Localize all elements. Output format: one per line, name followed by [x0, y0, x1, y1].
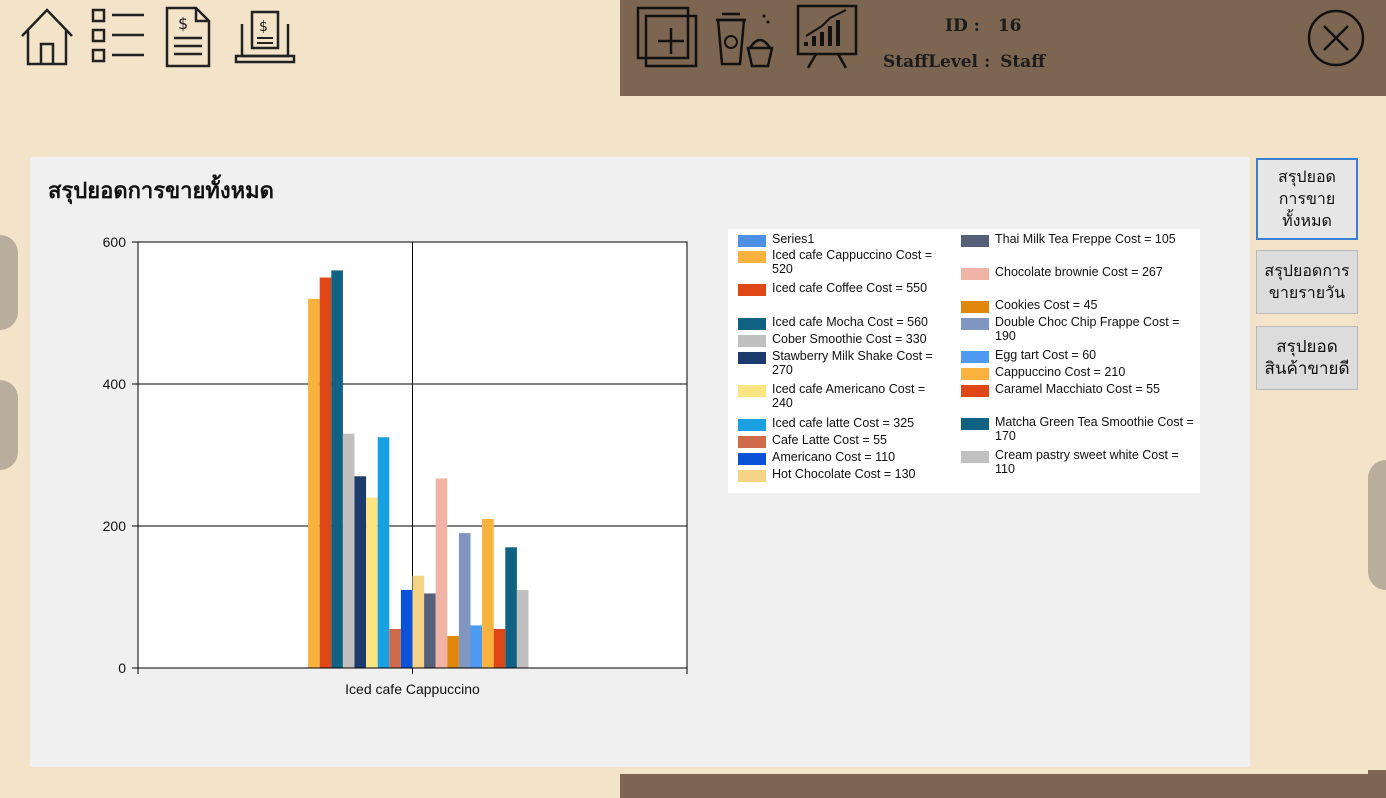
- bar: [435, 478, 448, 668]
- legend-swatch: [738, 453, 766, 465]
- legend-swatch: [961, 418, 989, 430]
- bar: [354, 476, 367, 668]
- legend-label: Series1: [772, 232, 815, 246]
- bar: [447, 636, 459, 668]
- y-tick-label: 200: [103, 518, 127, 534]
- legend-label: Iced cafe latte Cost = 325: [772, 416, 915, 430]
- bar: [308, 298, 320, 668]
- legend-label: Cober Smoothie Cost = 330: [772, 332, 927, 346]
- y-tick-label: 400: [103, 376, 127, 392]
- legend-swatch: [961, 301, 989, 313]
- legend-label: Hot Chocolate Cost = 130: [772, 467, 916, 481]
- legend-label: Americano Cost = 110: [772, 450, 896, 464]
- legend-label: Double Choc Chip Frappe Cost = 190: [995, 315, 1180, 343]
- legend-label: Iced cafe Coffee Cost = 550: [772, 281, 928, 295]
- legend-swatch: [738, 335, 766, 347]
- legend-swatch: [961, 318, 989, 330]
- bar: [424, 593, 436, 668]
- legend-label: Cafe Latte Cost = 55: [772, 433, 888, 447]
- legend-label: Chocolate brownie Cost = 267: [995, 265, 1163, 279]
- bar: [400, 589, 413, 668]
- legend-label: Cappuccino Cost = 210: [995, 365, 1126, 379]
- legend-label: Iced cafe Mocha Cost = 560: [772, 315, 928, 329]
- bar: [470, 625, 483, 668]
- bar: [342, 433, 355, 668]
- legend-swatch: [738, 419, 766, 431]
- bar: [516, 589, 529, 668]
- bar: [331, 270, 343, 668]
- bar: [389, 628, 401, 668]
- daily-sales-summary-button[interactable]: สรุปยอดการ ขายรายวัน: [1256, 250, 1358, 314]
- legend-swatch: [738, 470, 766, 482]
- legend-label: Thai Milk Tea Freppe Cost = 105: [995, 232, 1176, 246]
- legend-label: Stawberry Milk Shake Cost = 270: [772, 349, 933, 377]
- legend-swatch: [738, 385, 766, 397]
- legend-label: Matcha Green Tea Smoothie Cost = 170: [995, 415, 1194, 443]
- legend-swatch: [738, 318, 766, 330]
- y-tick-label: 0: [118, 660, 126, 676]
- legend-swatch: [738, 235, 766, 247]
- legend-label: Caramel Macchiato Cost = 55: [995, 382, 1161, 396]
- legend-swatch: [738, 251, 766, 263]
- legend-label: Cookies Cost = 45: [995, 298, 1098, 312]
- legend-swatch: [738, 436, 766, 448]
- legend-label: Egg tart Cost = 60: [995, 348, 1097, 362]
- x-tick-label: Iced cafe Cappuccino: [345, 681, 480, 697]
- legend-swatch: [738, 284, 766, 296]
- bar: [366, 497, 378, 668]
- bar: [319, 277, 332, 668]
- bar: [505, 547, 517, 668]
- legend-swatch: [961, 385, 989, 397]
- bar: [377, 437, 390, 668]
- best-seller-summary-button[interactable]: สรุปยอด สินค้าขายดี: [1256, 326, 1358, 390]
- legend-swatch: [738, 352, 766, 364]
- legend-label: Iced cafe Americano Cost = 240: [772, 382, 926, 410]
- legend-swatch: [961, 451, 989, 463]
- bar: [412, 575, 425, 668]
- legend-swatch: [961, 368, 989, 380]
- legend-swatch: [961, 235, 989, 247]
- legend-swatch: [961, 351, 989, 363]
- chart-legend: Series1 Iced cafe Cappuccino Cost = 520 Ic…: [728, 229, 1200, 493]
- legend-label: Cream pastry sweet white Cost = 110: [995, 448, 1179, 476]
- bar: [482, 518, 494, 668]
- bar: [458, 533, 471, 668]
- all-sales-summary-button[interactable]: สรุปยอด การขาย ทั้งหมด: [1256, 158, 1358, 240]
- bar: [493, 628, 506, 668]
- legend-swatch: [961, 268, 989, 280]
- legend-label: Iced cafe Cappuccino Cost = 520: [772, 248, 933, 276]
- y-tick-label: 600: [103, 234, 127, 250]
